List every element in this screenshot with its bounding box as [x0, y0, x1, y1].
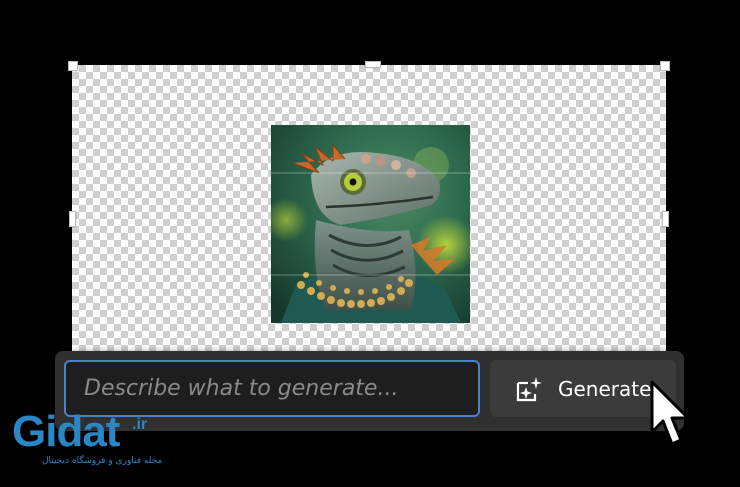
resize-handle-top-right[interactable] [660, 61, 670, 71]
watermark-tagline: مجله فناوری و فروشگاه دیجیتال [42, 456, 163, 466]
watermark-logo: Gidat [12, 407, 120, 456]
resize-handle-top[interactable] [365, 61, 381, 68]
generative-fill-icon [516, 376, 542, 401]
prompt-input[interactable]: Describe what to generate... [64, 360, 480, 417]
resize-handle-top-left[interactable] [68, 61, 78, 71]
resize-handle-left[interactable] [69, 211, 76, 227]
resize-handle-right[interactable] [662, 211, 669, 227]
iguana-image[interactable] [271, 125, 470, 323]
site-watermark: Gidat .ir مجله فناوری و فروشگاه دیجیتال [12, 410, 172, 475]
generate-label: Generate [558, 376, 652, 401]
mouse-pointer-icon [650, 380, 690, 446]
watermark-tld: .ir [132, 416, 148, 433]
